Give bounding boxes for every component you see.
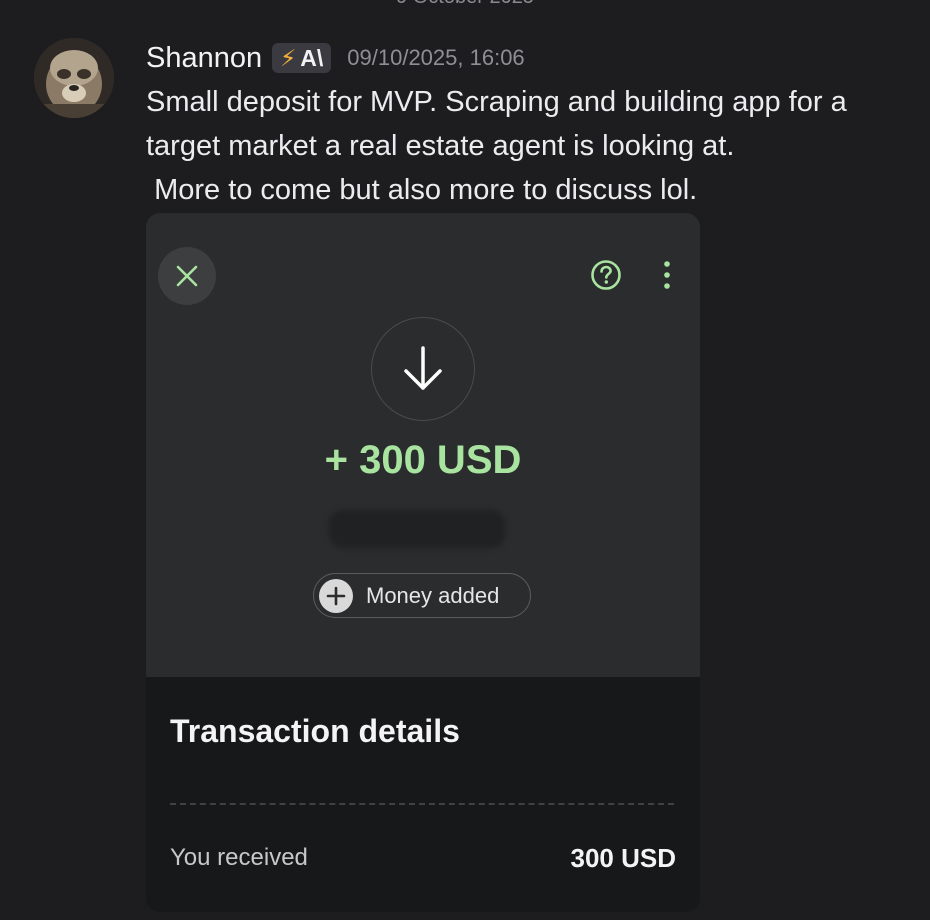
- help-icon[interactable]: [590, 259, 622, 291]
- details-title: Transaction details: [170, 713, 460, 749]
- incoming-indicator: [371, 317, 475, 421]
- avatar[interactable]: [34, 38, 114, 118]
- attachment-image[interactable]: + 300 USD Money added Transaction detail…: [146, 213, 700, 912]
- received-label: You received: [170, 844, 308, 871]
- lightning-icon: ⚡: [280, 44, 297, 71]
- message-text: Small deposit for MVP. Scraping and buil…: [146, 86, 847, 206]
- received-value: 300 USD: [570, 843, 677, 873]
- timestamp: 09/10/2025, 16:06: [347, 45, 525, 70]
- dashed-divider: [170, 803, 674, 805]
- close-button[interactable]: [158, 247, 216, 305]
- plus-icon: [319, 578, 353, 613]
- close-icon: [176, 265, 198, 287]
- status-pill-label: Money added: [366, 582, 500, 608]
- username[interactable]: Shannon: [146, 42, 262, 75]
- transaction-summary: + 300 USD Money added: [146, 213, 700, 677]
- date-divider: 9 October 2025: [0, 0, 930, 9]
- redacted-text: [329, 510, 505, 548]
- avatar-image: [34, 38, 114, 118]
- transaction-amount: + 300 USD: [324, 438, 522, 482]
- status-pill: Money added: [313, 573, 531, 618]
- more-vertical-icon[interactable]: [657, 259, 677, 291]
- message-header: Shannon ⚡ A\ 09/10/2025, 16:06: [146, 38, 525, 78]
- user-badge[interactable]: ⚡ A\: [272, 43, 332, 73]
- arrow-down-icon: [404, 346, 442, 390]
- badge-label: A\: [300, 44, 324, 71]
